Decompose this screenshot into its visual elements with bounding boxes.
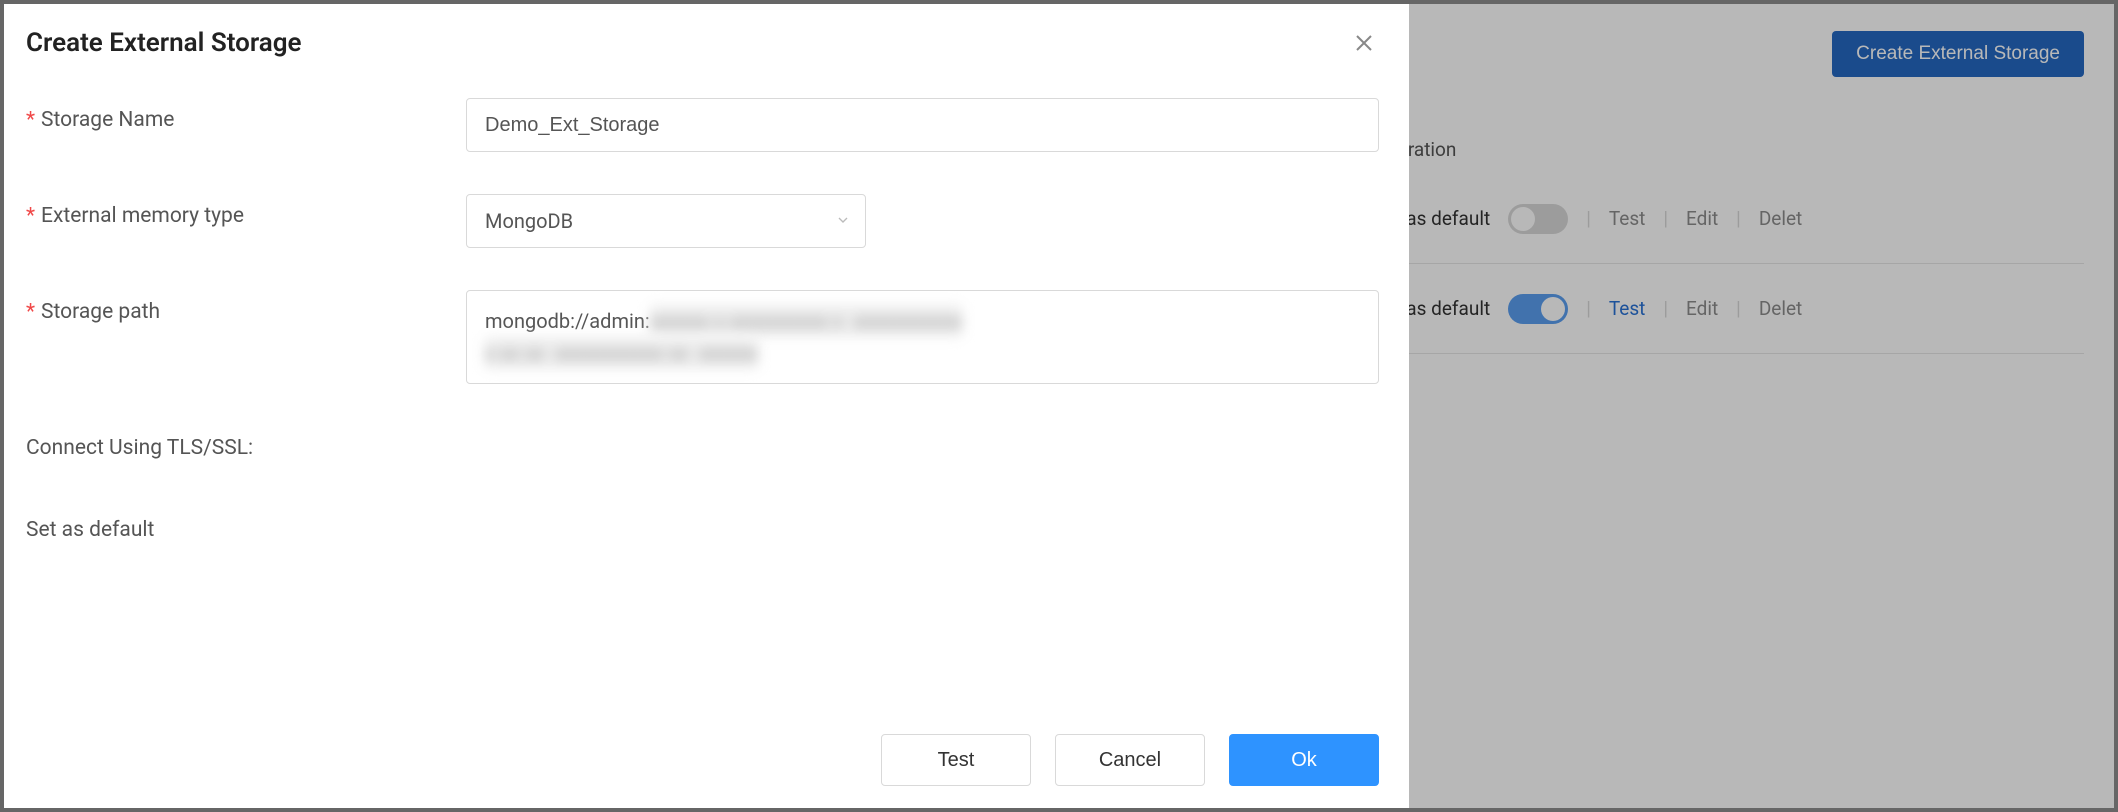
form-row-tls: Connect Using TLS/SSL: bbox=[26, 426, 1379, 460]
ok-button[interactable]: Ok bbox=[1229, 734, 1379, 786]
close-icon[interactable] bbox=[1349, 28, 1379, 58]
storage-name-input[interactable] bbox=[466, 98, 1379, 152]
form-row-memory-type: * External memory type MongoDB bbox=[26, 194, 1379, 248]
label-set-default: Set as default bbox=[26, 508, 466, 542]
redacted-text: xxxxxx x xxxxxxxxxx x xxxxxxxxxxx bbox=[650, 305, 963, 337]
form-row-storage-path: * Storage path mongodb://admin:xxxxxx x … bbox=[26, 290, 1379, 384]
storage-path-input[interactable]: mongodb://admin:xxxxxx x xxxxxxxxxx x xx… bbox=[466, 290, 1379, 384]
label-tls: Connect Using TLS/SSL: bbox=[26, 426, 466, 460]
label-storage-name: * Storage Name bbox=[26, 98, 466, 132]
form-row-set-default: Set as default bbox=[26, 508, 1379, 542]
required-marker: * bbox=[26, 108, 35, 132]
form-row-storage-name: * Storage Name bbox=[26, 98, 1379, 152]
select-value: MongoDB bbox=[485, 209, 573, 233]
required-marker: * bbox=[26, 300, 35, 324]
required-marker: * bbox=[26, 204, 35, 228]
cancel-button[interactable]: Cancel bbox=[1055, 734, 1205, 786]
chevron-down-icon bbox=[835, 209, 851, 233]
external-memory-type-select[interactable]: MongoDB bbox=[466, 194, 866, 248]
toggle-knob bbox=[469, 435, 493, 459]
redacted-text: x xx xx xxxxxxxxxxx xx xxxxxx bbox=[485, 337, 758, 369]
test-button[interactable]: Test bbox=[881, 734, 1031, 786]
create-external-storage-modal: Create External Storage * Storage Name *… bbox=[4, 4, 1409, 808]
toggle-knob bbox=[469, 517, 493, 541]
modal-header: Create External Storage bbox=[4, 4, 1409, 68]
modal-footer: Test Cancel Ok bbox=[4, 714, 1409, 808]
storage-path-prefix: mongodb://admin: bbox=[485, 309, 650, 333]
label-storage-path: * Storage path bbox=[26, 290, 466, 324]
modal-body: * Storage Name * External memory type Mo… bbox=[4, 68, 1409, 714]
modal-title: Create External Storage bbox=[26, 28, 302, 58]
label-memory-type: * External memory type bbox=[26, 194, 466, 228]
